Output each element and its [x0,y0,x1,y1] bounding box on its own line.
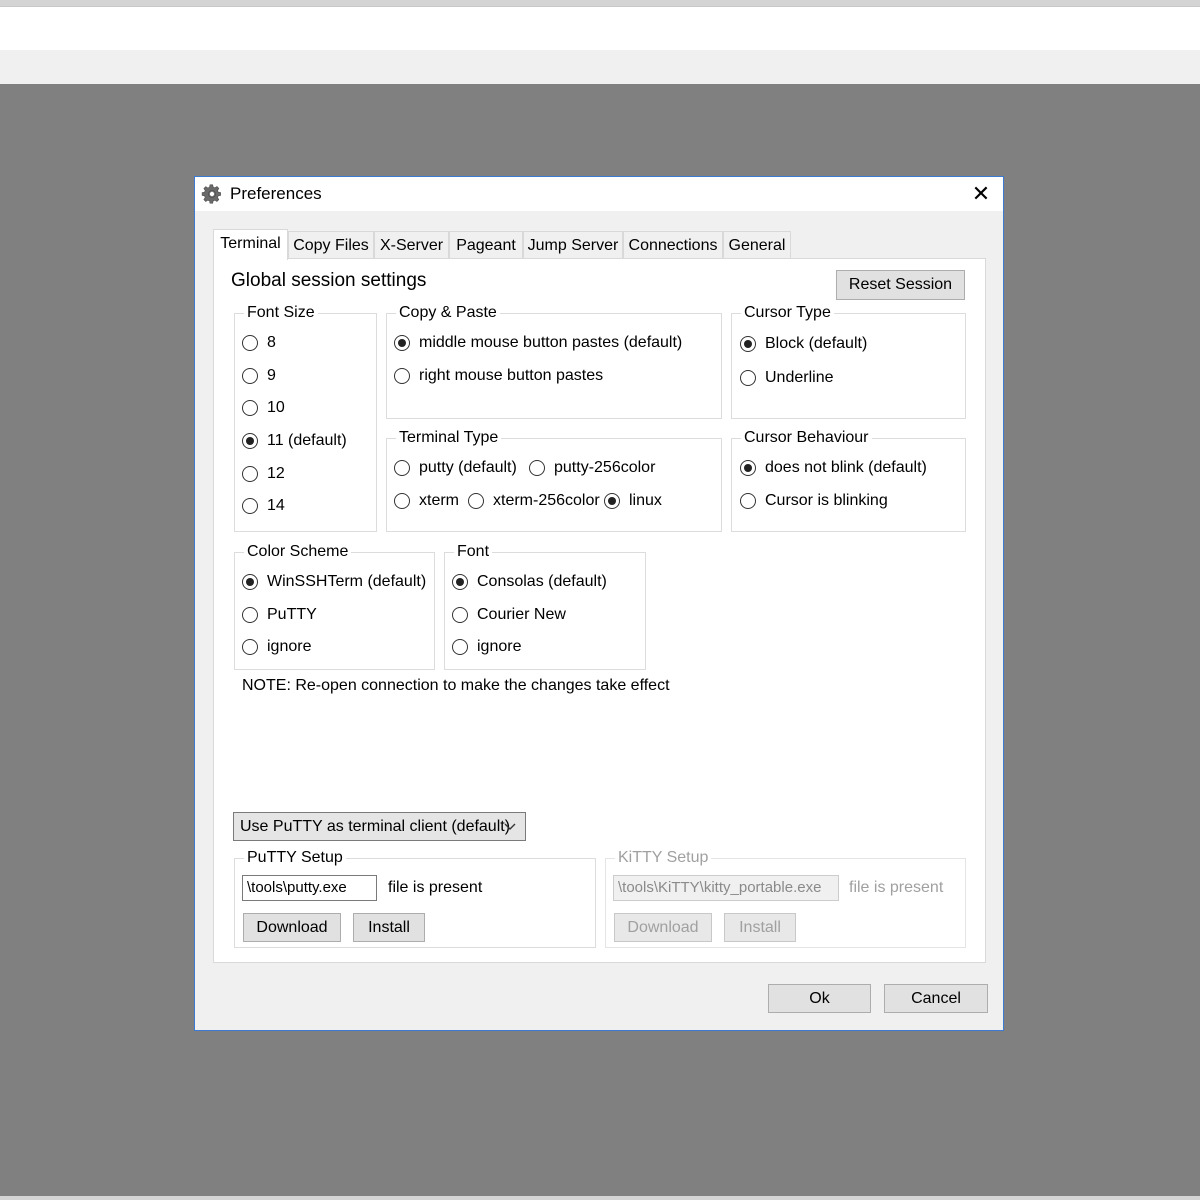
background-address-area [0,6,1200,51]
kitty-file-status: file is present [849,879,944,896]
font-option[interactable]: Courier New [452,606,566,624]
gear-icon [201,184,221,204]
cursor-type-option[interactable]: Block (default) [740,335,867,353]
cursor-type-option[interactable]: Underline [740,369,833,387]
kitty-setup-legend: KiTTY Setup [615,849,712,867]
color-scheme-option[interactable]: WinSSHTerm (default) [242,573,426,591]
radio-button-selected[interactable] [740,460,756,476]
radio-button-selected[interactable] [452,574,468,590]
radio-button[interactable] [242,607,258,623]
font-size-option[interactable]: 12 [242,465,285,483]
color-scheme-option[interactable]: ignore [242,638,311,656]
radio-button[interactable] [452,639,468,655]
font-size-option[interactable]: 10 [242,399,285,417]
ok-button[interactable]: Ok [768,984,871,1013]
chevron-down-icon [503,813,517,849]
radio-button-selected[interactable] [740,336,756,352]
putty-download-button[interactable]: Download [243,913,341,942]
tab-terminal[interactable]: Terminal [213,229,288,260]
tab-connections[interactable]: Connections [623,231,723,259]
cursor-behaviour-option[interactable]: Cursor is blinking [740,492,888,510]
cursor-behaviour-option[interactable]: does not blink (default) [740,459,927,477]
terminal-type-group: Terminal Type [386,429,722,532]
tab-pageant[interactable]: Pageant [449,231,523,259]
bottom-frame-edge [0,1196,1200,1200]
cancel-button[interactable]: Cancel [884,984,988,1013]
putty-setup-legend: PuTTY Setup [244,849,346,867]
cursor-type-group: Cursor Type [731,304,966,419]
font-size-option[interactable]: 8 [242,334,276,352]
panel-heading: Global session settings [231,270,427,291]
terminal-client-select[interactable]: Use PuTTY as terminal client (default) [233,812,526,841]
putty-file-status: file is present [388,879,483,896]
radio-button[interactable] [242,335,258,351]
reset-session-button[interactable]: Reset Session [836,270,965,300]
window-title: Preferences [230,184,322,203]
terminal-client-value: Use PuTTY as terminal client (default) [240,818,511,835]
radio-button-selected[interactable] [394,335,410,351]
cursor-behaviour-legend: Cursor Behaviour [741,429,872,447]
copy-paste-option[interactable]: middle mouse button pastes (default) [394,334,682,352]
radio-button-selected[interactable] [604,493,620,509]
radio-button[interactable] [242,498,258,514]
font-option[interactable]: Consolas (default) [452,573,607,591]
radio-button[interactable] [452,607,468,623]
putty-path-input[interactable]: \tools\putty.exe [242,875,377,901]
radio-button[interactable] [242,466,258,482]
kitty-download-button: Download [614,913,712,942]
copy-paste-legend: Copy & Paste [396,304,500,322]
terminal-type-option[interactable]: xterm [394,492,459,510]
tab-copy-files[interactable]: Copy Files [288,231,374,259]
background-toolbar-area [0,50,1200,84]
terminal-type-option[interactable]: linux [604,492,662,510]
tab-x-server[interactable]: X-Server [374,231,449,259]
radio-button-selected[interactable] [242,574,258,590]
putty-install-button[interactable]: Install [353,913,425,942]
terminal-type-option[interactable]: putty-256color [529,459,655,477]
font-size-option[interactable]: 11 (default) [242,432,347,450]
tab-general[interactable]: General [723,231,791,259]
radio-button[interactable] [394,460,410,476]
radio-button[interactable] [242,400,258,416]
restart-note: NOTE: Re-open connection to make the cha… [242,677,670,694]
radio-button[interactable] [740,370,756,386]
terminal-type-option[interactable]: xterm-256color [468,492,600,510]
color-scheme-legend: Color Scheme [244,543,352,561]
radio-button[interactable] [529,460,545,476]
font-size-legend: Font Size [244,304,318,322]
copy-paste-option[interactable]: right mouse button pastes [394,367,603,385]
cursor-behaviour-group: Cursor Behaviour [731,429,966,532]
cursor-type-legend: Cursor Type [741,304,834,322]
radio-button[interactable] [394,493,410,509]
font-size-option[interactable]: 9 [242,367,276,385]
kitty-install-button: Install [724,913,796,942]
radio-button[interactable] [242,368,258,384]
kitty-path-input: \tools\KiTTY\kitty_portable.exe [613,875,839,901]
font-size-option[interactable]: 14 [242,497,285,515]
color-scheme-option[interactable]: PuTTY [242,606,317,624]
terminal-type-option[interactable]: putty (default) [394,459,517,477]
radio-button-selected[interactable] [242,433,258,449]
close-button[interactable]: ✕ [959,177,1003,211]
radio-button[interactable] [394,368,410,384]
font-legend: Font [454,543,493,561]
radio-button[interactable] [468,493,484,509]
radio-button[interactable] [242,639,258,655]
copy-paste-group: Copy & Paste [386,304,722,419]
title-bar[interactable]: Preferences ✕ [195,177,1003,211]
terminal-type-legend: Terminal Type [396,429,502,447]
radio-button[interactable] [740,493,756,509]
font-option[interactable]: ignore [452,638,521,656]
tab-jump-server[interactable]: Jump Server [523,231,623,259]
